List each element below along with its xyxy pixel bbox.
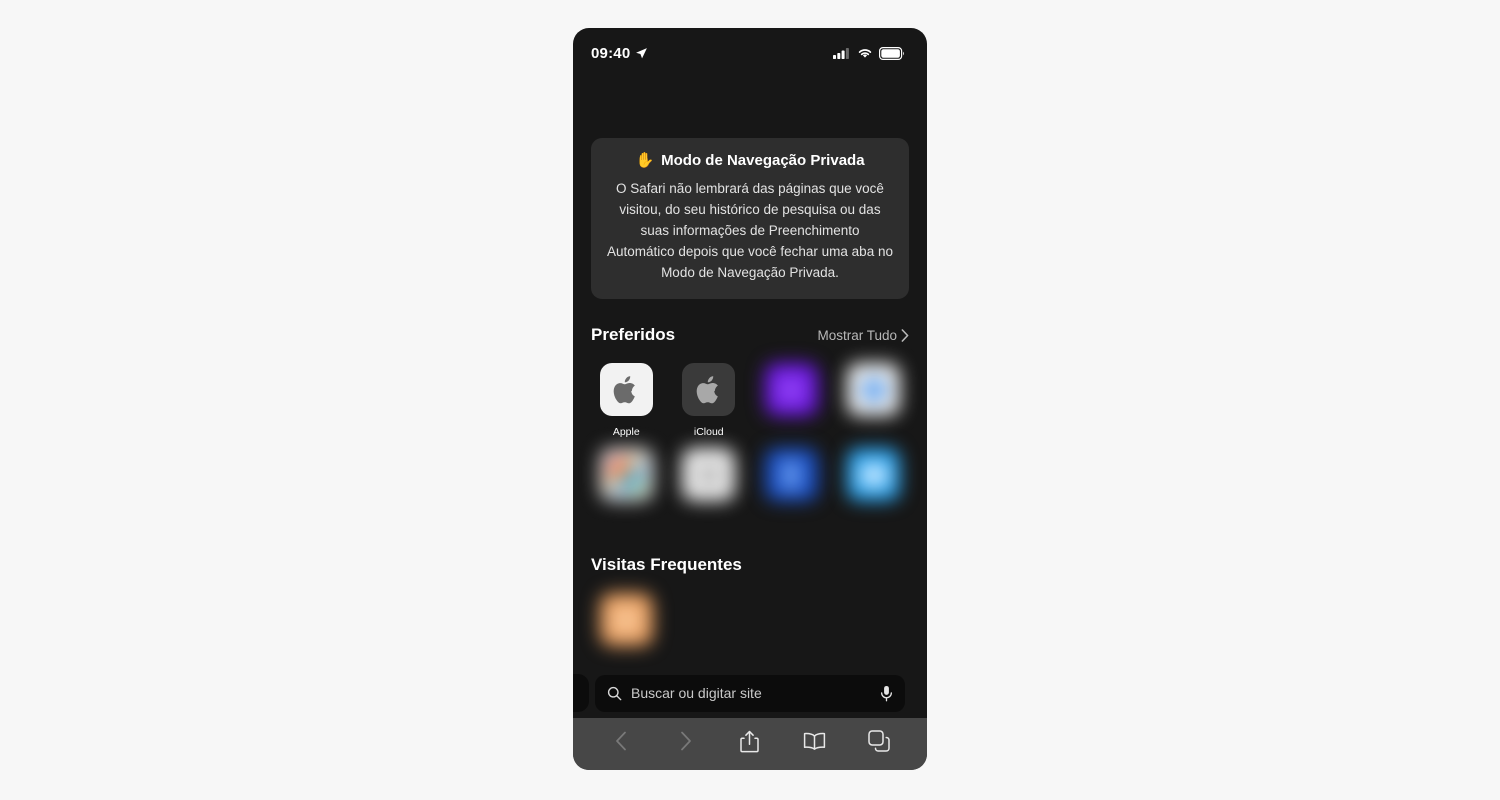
private-browsing-title: Modo de Navegação Privada (661, 152, 865, 169)
apple-logo-icon (613, 375, 636, 403)
favorite-label (785, 511, 797, 523)
favorites-title: Preferidos (591, 325, 676, 344)
location-arrow-icon (636, 47, 648, 58)
frequent-site-icon (611, 604, 642, 635)
favorite-site-icon (697, 463, 720, 486)
frequent-title: Visitas Frequentes (591, 555, 742, 574)
favorite-tile (682, 448, 736, 501)
status-bar-right (833, 46, 905, 60)
address-bar-row: Buscar ou digitar site (573, 668, 927, 718)
favorite-label: Apple (612, 426, 640, 438)
frequent-tile (599, 593, 653, 646)
favorites-grid: Apple iCloud (573, 355, 927, 523)
favorite-tile (682, 363, 736, 416)
apple-logo-icon (696, 375, 718, 403)
favorite-site-icon (781, 459, 802, 490)
frequent-grid (573, 585, 927, 668)
screenshot-stage: 09:40 ✋ Modo de Navegação Privada O Safa… (0, 0, 1500, 800)
favorite-site-icon (610, 458, 643, 491)
favorite-item-5[interactable] (585, 440, 668, 523)
status-bar: 09:40 (573, 28, 927, 78)
favorite-label (868, 426, 880, 438)
favorite-item-8[interactable] (833, 440, 916, 523)
battery-full-icon (879, 46, 905, 60)
favorite-item-6[interactable] (668, 440, 751, 523)
phone-device-frame: 09:40 ✋ Modo de Navegação Privada O Safa… (573, 28, 927, 770)
favorite-site-icon (860, 376, 887, 403)
frequent-header: Visitas Frequentes (573, 555, 927, 575)
favorites-header: Preferidos Mostrar Tudo (573, 325, 927, 345)
private-browsing-description: O Safari não lembrará das páginas que vo… (607, 181, 893, 280)
favorite-label (703, 511, 715, 523)
private-browsing-banner: ✋ Modo de Navegação Privada O Safari não… (591, 138, 909, 299)
favorite-tile (599, 448, 653, 501)
cellular-signal-icon (833, 48, 849, 59)
adjacent-tab-peek[interactable] (573, 674, 589, 712)
favorite-item-4[interactable] (833, 355, 916, 438)
search-input[interactable]: Buscar ou digitar site (595, 674, 905, 712)
show-all-label: Mostrar Tudo (817, 328, 897, 343)
favorite-tile (847, 363, 901, 416)
favorite-site-icon (776, 374, 807, 405)
bottom-bar: Buscar ou digitar site (573, 668, 927, 770)
browser-toolbar (573, 718, 927, 764)
microphone-icon[interactable] (880, 685, 893, 702)
favorite-item-7[interactable] (750, 440, 833, 523)
favorite-item-icloud[interactable]: iCloud (668, 355, 751, 438)
private-browsing-title-row: ✋ Modo de Navegação Privada (607, 152, 893, 169)
favorite-item-3[interactable] (750, 355, 833, 438)
tabs-icon (868, 730, 890, 752)
raised-hand-icon: ✋ (635, 152, 655, 169)
chevron-right-icon (680, 731, 691, 751)
search-placeholder: Buscar ou digitar site (631, 685, 762, 701)
search-icon (607, 686, 622, 700)
show-all-favorites-button[interactable]: Mostrar Tudo (817, 328, 909, 343)
favorite-tile (764, 363, 818, 416)
frequent-label (620, 656, 632, 668)
favorite-site-icon (859, 462, 888, 487)
favorite-tile (764, 448, 818, 501)
status-time: 09:40 (591, 44, 631, 62)
share-button[interactable] (730, 721, 770, 761)
favorite-item-apple[interactable]: Apple (585, 355, 668, 438)
start-page-content[interactable]: ✋ Modo de Navegação Privada O Safari não… (573, 78, 927, 668)
favorite-label (620, 511, 632, 523)
favorite-tile (599, 363, 653, 416)
status-bar-left: 09:40 (591, 45, 648, 62)
wifi-icon (858, 49, 872, 58)
book-icon (803, 732, 826, 750)
favorite-label (785, 426, 797, 438)
tabs-button[interactable] (859, 721, 899, 761)
forward-button[interactable] (666, 721, 706, 761)
favorite-tile (847, 448, 901, 501)
chevron-left-icon (616, 731, 627, 751)
frequent-item-1[interactable] (585, 585, 668, 668)
chevron-right-icon (901, 329, 909, 342)
share-icon (740, 730, 760, 752)
favorite-label (868, 511, 880, 523)
bookmarks-button[interactable] (794, 721, 834, 761)
back-button[interactable] (601, 721, 641, 761)
favorite-label: iCloud (693, 426, 724, 438)
